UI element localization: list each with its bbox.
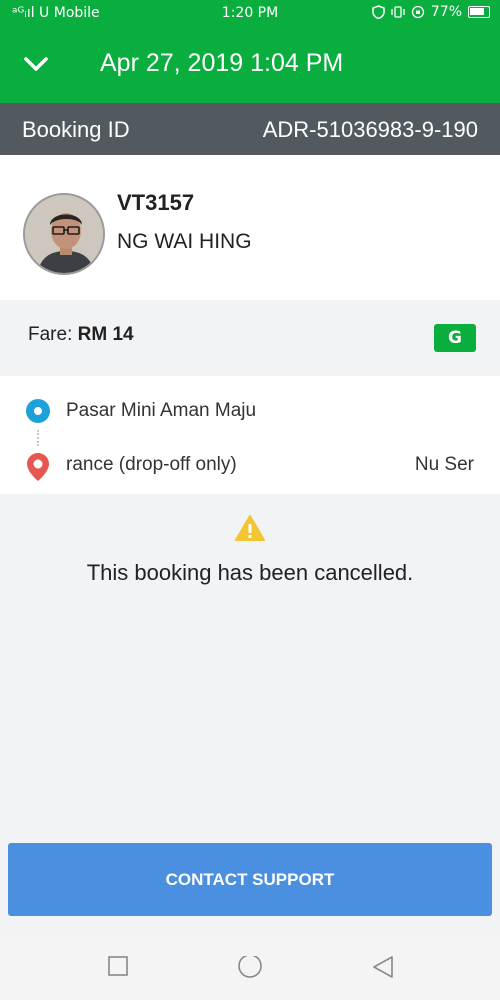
fare-label: Fare: RM 14 (28, 324, 134, 346)
contact-support-button[interactable]: CONTACT SUPPORT (8, 843, 492, 916)
vehicle-plate: VT3157 (117, 190, 195, 215)
route-card: Pasar Mini Aman Maju rance (drop-off onl… (0, 376, 500, 494)
dropoff-pin-icon (27, 453, 49, 481)
booking-id-value: ADR-51036983-9-190 (262, 117, 478, 142)
pickup-location-icon (26, 399, 50, 423)
driver-name: NG WAI HING (117, 230, 252, 253)
grabpay-badge: G (434, 324, 476, 352)
driver-card: VT3157 NG WAI HING (0, 155, 500, 300)
dropoff-address: rance (drop-off only) (66, 454, 237, 475)
driver-photo (25, 195, 103, 273)
page-title: Apr 27, 2019 1:04 PM (100, 49, 344, 77)
status-bar: ᵃᴳᵢıl U Mobile 1:20 PM 77% (0, 0, 500, 27)
route-connector (37, 430, 39, 446)
cancellation-notice: This booking has been cancelled. (0, 494, 500, 824)
home-icon[interactable] (237, 956, 263, 982)
avatar (23, 193, 105, 275)
warning-icon (235, 515, 265, 541)
battery-percent: 77% (430, 4, 462, 20)
cancellation-message: This booking has been cancelled. (86, 560, 414, 585)
booking-id-bar: Booking ID ADR-51036983-9-190 (0, 103, 500, 155)
back-icon[interactable] (372, 956, 394, 978)
vibrate-icon (391, 6, 405, 18)
app-header: Apr 27, 2019 1:04 PM (0, 27, 500, 103)
status-icons: 77% (372, 4, 490, 20)
recent-apps-icon[interactable] (108, 956, 128, 976)
booking-id-label: Booking ID (22, 117, 130, 142)
pickup-address: Pasar Mini Aman Maju (66, 400, 257, 421)
chevron-down-icon[interactable] (22, 51, 50, 79)
dropoff-address-right: Nu Ser (414, 454, 474, 475)
fare-amount: RM 14 (77, 324, 134, 345)
rotation-lock-icon (411, 5, 425, 19)
fare-row: Fare: RM 14 G (0, 300, 500, 376)
system-nav-bar (0, 934, 500, 1000)
grabpay-badge-label: G (448, 328, 462, 348)
fare-label-text: Fare: (28, 324, 73, 345)
battery-icon (468, 6, 490, 18)
shield-icon (372, 5, 385, 19)
